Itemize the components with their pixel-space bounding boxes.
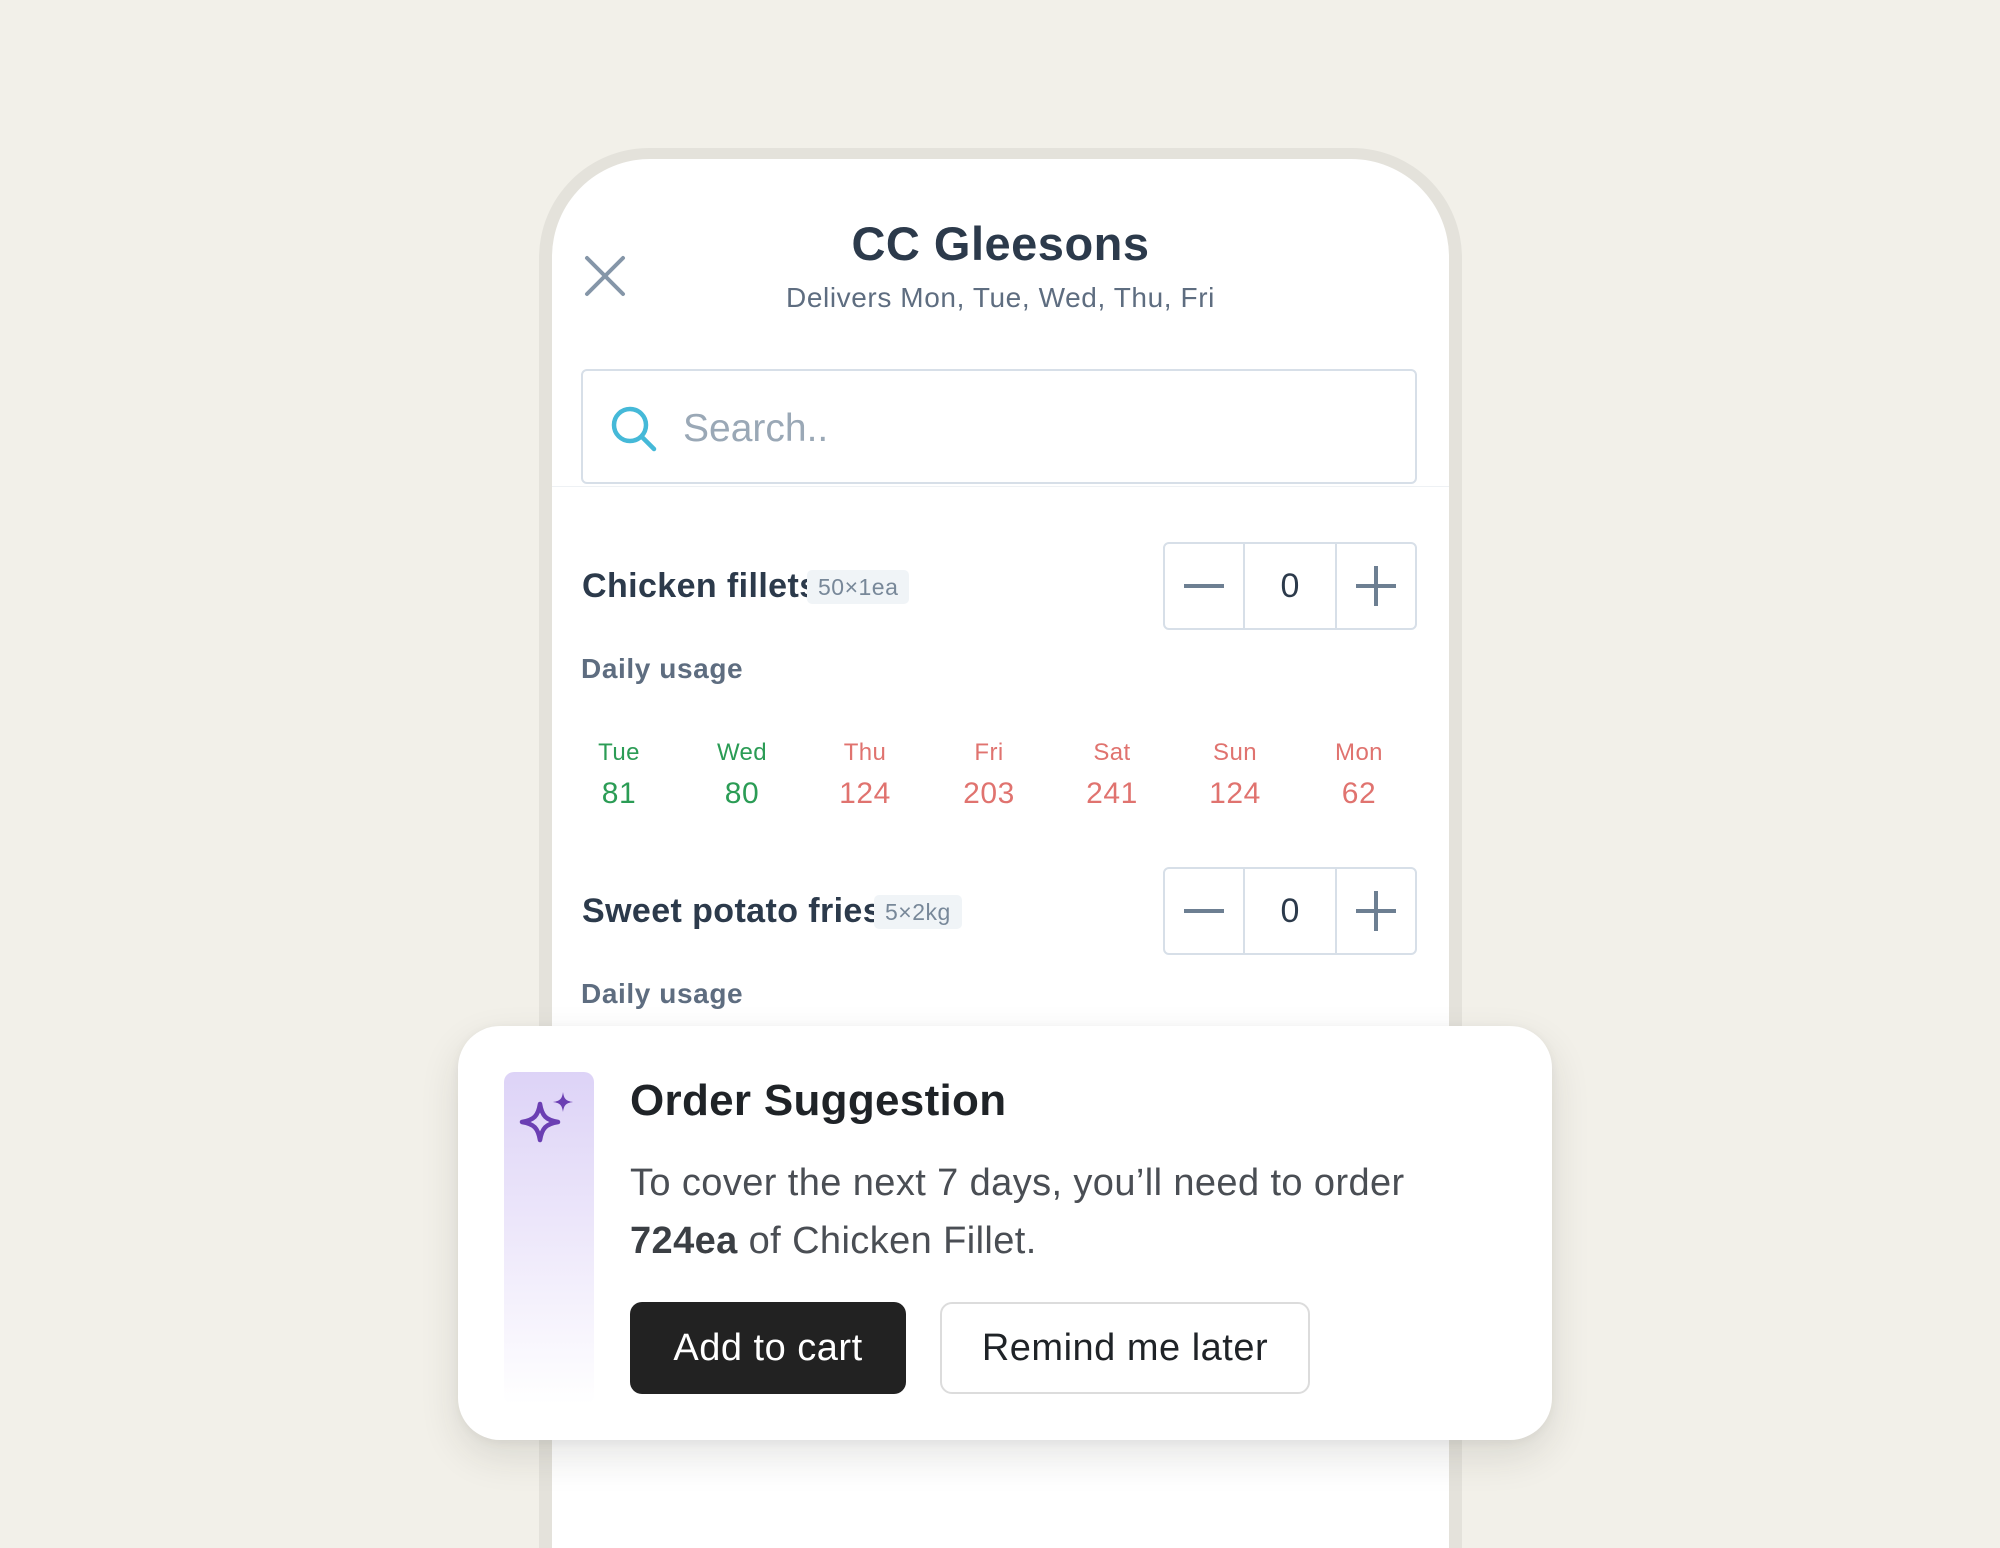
- usage-day-thu: Thu 124: [815, 739, 915, 811]
- usage-day-sat: Sat 241: [1062, 739, 1162, 811]
- pack-size-badge: 50×1ea: [807, 570, 910, 604]
- usage-day-value: 124: [839, 777, 891, 810]
- increase-button[interactable]: [1337, 869, 1415, 953]
- plus-icon: [1356, 891, 1396, 931]
- product-name: Sweet potato fries: [582, 892, 883, 930]
- usage-day-tue: Tue 81: [569, 739, 669, 811]
- usage-day-name: Fri: [974, 739, 1004, 766]
- decrease-button[interactable]: [1165, 544, 1243, 628]
- search-icon: [611, 406, 657, 452]
- usage-day-value: 241: [1086, 777, 1138, 810]
- usage-day-mon: Mon 62: [1309, 739, 1409, 811]
- suggestion-title: Order Suggestion: [630, 1076, 1007, 1125]
- increase-button[interactable]: [1337, 544, 1415, 628]
- order-suggestion-card: Order Suggestion To cover the next 7 day…: [458, 1026, 1552, 1440]
- usage-day-name: Thu: [843, 739, 887, 766]
- product-name: Chicken fillets: [582, 567, 819, 605]
- usage-day-name: Sat: [1093, 739, 1131, 766]
- minus-icon: [1184, 909, 1224, 913]
- pack-size-badge: 5×2kg: [874, 895, 962, 929]
- suggestion-message: To cover the next 7 days, you’ll need to…: [630, 1154, 1510, 1270]
- suggested-amount: 724ea: [630, 1220, 738, 1262]
- add-to-cart-button[interactable]: Add to cart: [630, 1302, 906, 1394]
- daily-usage-label: Daily usage: [581, 653, 744, 684]
- usage-day-wed: Wed 80: [692, 739, 792, 811]
- usage-day-name: Mon: [1335, 739, 1383, 766]
- usage-day-value: 81: [601, 777, 637, 810]
- quantity-stepper: 0: [1163, 542, 1417, 630]
- quantity-value[interactable]: 0: [1243, 544, 1337, 628]
- usage-day-fri: Fri 203: [939, 739, 1039, 811]
- sparkle-icon: [519, 1092, 573, 1143]
- usage-day-name: Wed: [716, 739, 768, 766]
- usage-day-value: 62: [1341, 777, 1377, 810]
- supplier-header: CC Gleesons Delivers Mon, Tue, Wed, Thu,…: [552, 159, 1449, 487]
- quantity-stepper: 0: [1163, 867, 1417, 955]
- suggestion-text-prefix: To cover the next 7 days, you’ll need to…: [630, 1162, 1405, 1204]
- daily-usage-label: Daily usage: [581, 978, 744, 1009]
- decrease-button[interactable]: [1165, 869, 1243, 953]
- usage-day-value: 124: [1209, 777, 1261, 810]
- minus-icon: [1184, 584, 1224, 588]
- usage-day-name: Tue: [598, 739, 640, 766]
- daily-usage-row: Tue 81 Wed 80 Thu 124 Fri 203 Sat 241 Su…: [569, 739, 1429, 829]
- usage-day-sun: Sun 124: [1185, 739, 1285, 811]
- usage-day-name: Sun: [1213, 739, 1257, 766]
- usage-day-value: 203: [963, 777, 1015, 810]
- quantity-value[interactable]: 0: [1243, 869, 1337, 953]
- suggestion-text-suffix: of Chicken Fillet.: [737, 1220, 1037, 1262]
- search-box[interactable]: [581, 369, 1417, 484]
- supplier-name: CC Gleesons: [851, 217, 1150, 270]
- ai-indicator-strip: [504, 1072, 594, 1405]
- delivery-days: Delivers Mon, Tue, Wed, Thu, Fri: [786, 282, 1215, 313]
- usage-day-value: 80: [724, 777, 760, 810]
- plus-icon: [1356, 566, 1396, 606]
- remind-me-later-button[interactable]: Remind me later: [940, 1302, 1310, 1394]
- search-input[interactable]: [681, 393, 1385, 465]
